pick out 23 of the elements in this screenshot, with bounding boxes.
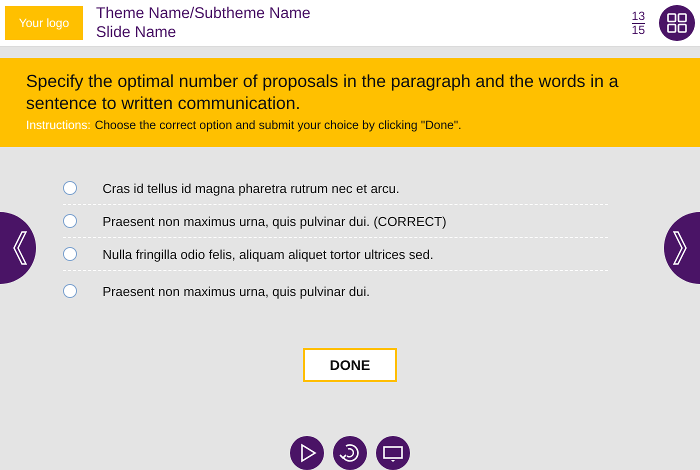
option-label[interactable]: Cras id tellus id magna pharetra rutrum nec et arcu.: [102, 180, 400, 196]
theme-title: Theme Name/Subtheme Name: [96, 4, 312, 23]
page-total: 15: [632, 22, 645, 36]
replay-icon[interactable]: [333, 436, 367, 470]
done-button[interactable]: DONE: [303, 348, 397, 382]
logo-text: Your logo: [18, 16, 70, 30]
screen-icon[interactable]: [376, 436, 410, 470]
previous-arrow-icon[interactable]: [0, 212, 36, 284]
radio-button[interactable]: [62, 247, 76, 261]
option-label[interactable]: Praesent non maximus urna, quis pulvinar dui.: [102, 284, 370, 298]
radio-button[interactable]: [62, 284, 76, 298]
slide-title: Slide Name: [96, 23, 178, 42]
instructions-text: Choose the correct option and submit your choice by clicking "Done".: [94, 118, 462, 132]
instructions-label: Instructions:: [26, 118, 91, 132]
option-label[interactable]: Nulla fringilla odio felis, aliquam aliquet tortor ultrices sed.: [102, 246, 434, 262]
radio-button[interactable]: [62, 214, 76, 228]
radio-button[interactable]: [62, 181, 76, 195]
menu-icon[interactable]: [659, 5, 695, 41]
next-arrow-icon[interactable]: [664, 212, 700, 284]
option-label[interactable]: Praesent non maximus urna, quis pulvinar dui. (CORRECT): [102, 214, 446, 228]
page-current: 13: [632, 10, 645, 22]
question-text: Specify the optimal number of proposals in the paragraph and the words in a sentence to written communication.: [26, 70, 620, 114]
play-icon[interactable]: [290, 436, 324, 470]
